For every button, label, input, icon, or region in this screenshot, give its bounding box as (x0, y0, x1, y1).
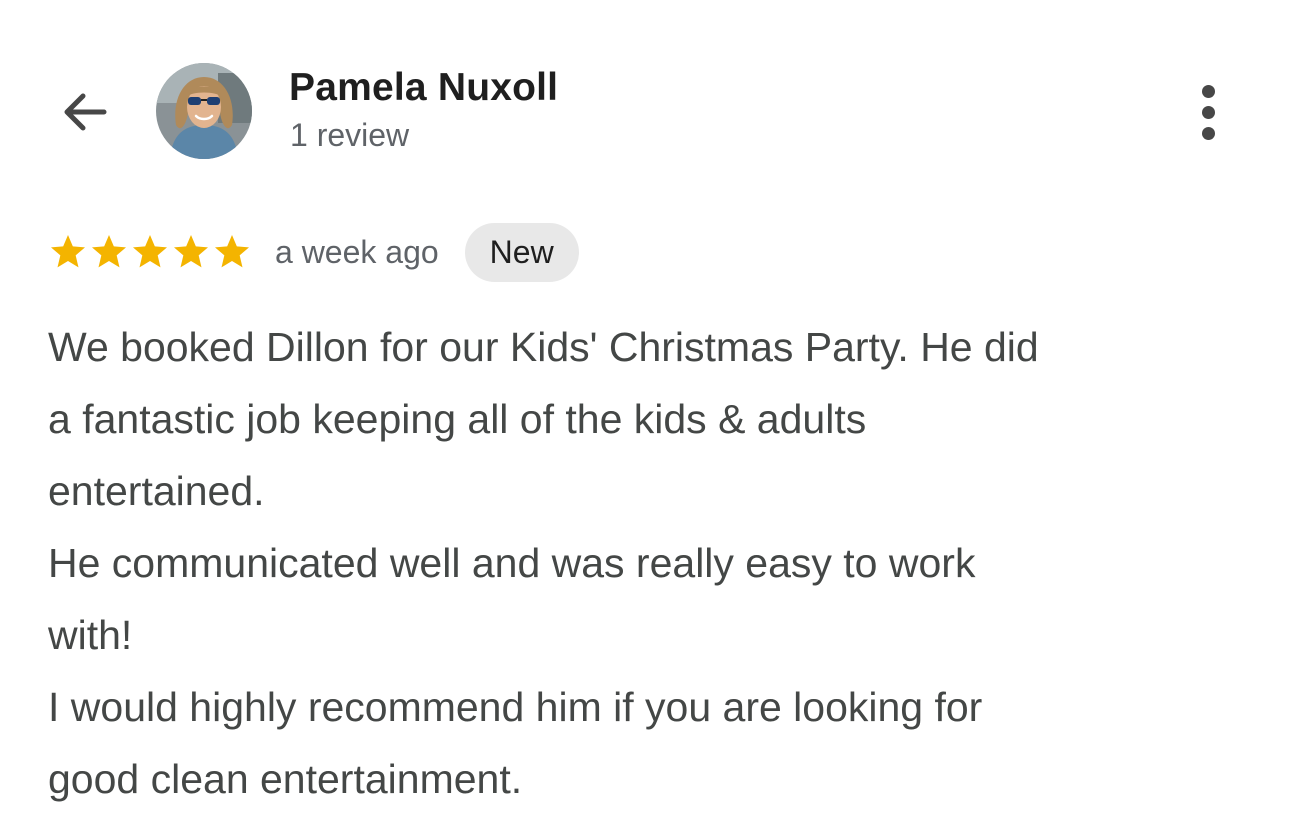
rating-row: a week ago New (48, 222, 579, 282)
review-count: 1 review (290, 117, 410, 153)
star-icon (133, 235, 167, 268)
review-date: a week ago (275, 233, 439, 270)
review-text-line: He communicated well and was really easy… (48, 540, 976, 586)
avatar[interactable] (156, 63, 252, 159)
review-screen: Pamela Nuxoll 1 review a week ago New We… (0, 0, 1290, 838)
more-vertical-icon (1201, 84, 1215, 140)
star-icon (92, 235, 126, 268)
review-text-line: We booked Dillon for our Kids' Christmas… (48, 324, 1039, 370)
review-text-line: good clean entertainment. (48, 756, 523, 802)
review-text-line: I would highly recommend him if you are … (48, 684, 983, 730)
review-text-line: with! (48, 612, 133, 658)
star-rating (48, 232, 253, 272)
more-options-button[interactable] (1186, 82, 1230, 142)
star-icon (51, 235, 85, 268)
reviewer-name[interactable]: Pamela Nuxoll (289, 66, 558, 110)
new-badge: New (464, 222, 579, 282)
star-icon (174, 235, 208, 268)
review-text-line: entertained. (48, 468, 265, 514)
star-icon (215, 235, 249, 268)
back-button[interactable] (52, 80, 116, 144)
arrow-back-icon (64, 93, 107, 131)
review-text-line: a fantastic job keeping all of the kids … (48, 396, 867, 442)
review-text: We booked Dillon for our Kids' Christmas… (48, 311, 1258, 815)
